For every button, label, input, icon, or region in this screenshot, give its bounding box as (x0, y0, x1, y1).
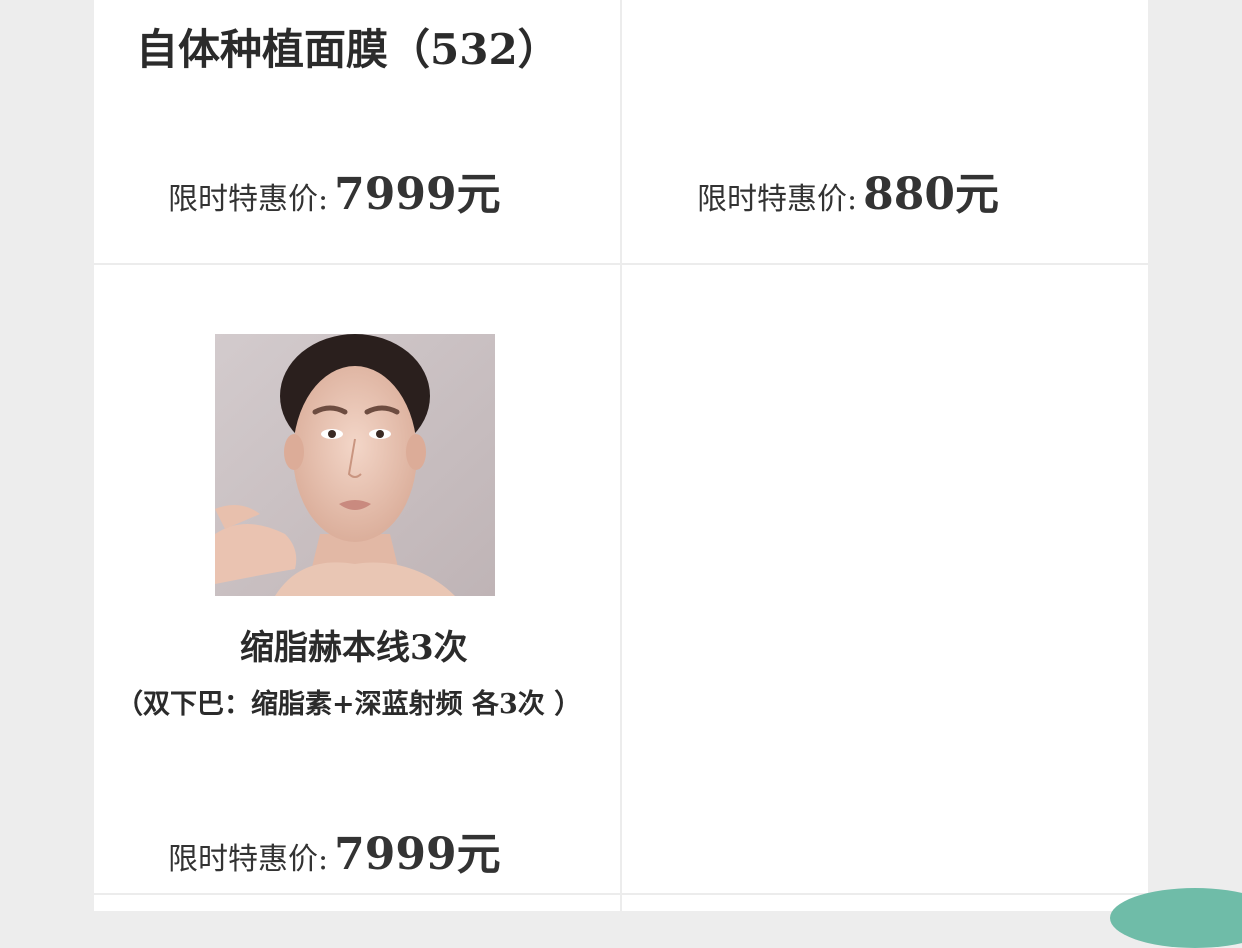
product-title: 缩脂赫本线3次 (240, 628, 468, 668)
product-photo (215, 334, 495, 596)
grid-row-divider-2 (94, 893, 1148, 895)
grid-row-divider-1 (94, 263, 1148, 265)
price-row: 限时特惠价: 880元 (697, 158, 999, 222)
price-value: 880元 (863, 169, 999, 220)
price-label: 限时特惠价: (168, 842, 329, 877)
price-label: 限时特惠价: (697, 182, 858, 217)
price-row: 限时特惠价: 7999元 (168, 158, 501, 222)
price-label: 限时特惠价: (168, 182, 329, 217)
woman-portrait-image (215, 334, 495, 596)
grid-vertical-divider (620, 0, 622, 911)
price-value: 7999元 (334, 829, 501, 880)
product-subtitle: （双下巴：缩脂素+深蓝射频 各3次 ） (116, 689, 582, 720)
price-value: 7999元 (334, 169, 501, 220)
product-title: 自体种植面膜（532） (136, 25, 560, 74)
price-row: 限时特惠价: 7999元 (168, 818, 501, 882)
